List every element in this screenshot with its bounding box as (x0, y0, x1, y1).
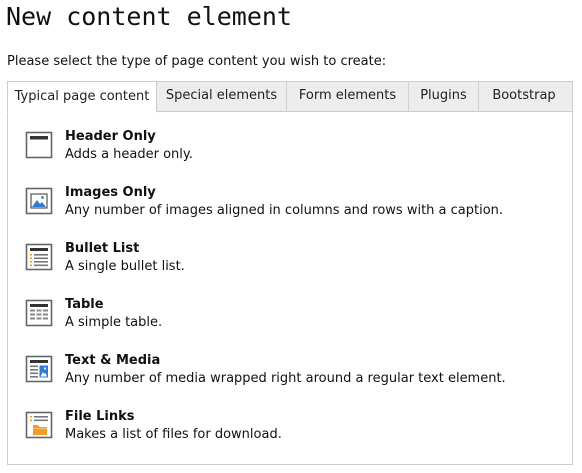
item-title: Images Only (65, 185, 156, 200)
page-title: New content element (6, 2, 292, 31)
header-icon (25, 131, 53, 159)
table-icon (25, 299, 53, 327)
content-element-text-media[interactable]: Text & Media Any number of media wrapped… (8, 351, 572, 401)
item-description: Any number of images aligned in columns … (65, 203, 504, 218)
item-title: Text & Media (65, 353, 161, 368)
content-element-table[interactable]: Table A simple table. (8, 295, 572, 345)
item-title: Header Only (65, 129, 156, 144)
tab-bootstrap[interactable]: Bootstrap (479, 81, 569, 112)
file-links-icon (25, 411, 53, 439)
page: New content element Please select the ty… (0, 0, 582, 473)
content-element-bullet-list[interactable]: Bullet List A single bullet list. (8, 239, 572, 289)
item-title: Table (65, 297, 104, 312)
item-description: Adds a header only. (65, 147, 193, 162)
tab-bar: Typical page content Special elements Fo… (7, 81, 573, 113)
item-description: A single bullet list. (65, 259, 185, 274)
item-description: Any number of media wrapped right around… (65, 371, 506, 386)
image-icon (25, 187, 53, 215)
item-description: Makes a list of files for download. (65, 427, 282, 442)
tab-form-elements[interactable]: Form elements (287, 81, 409, 112)
page-instructions: Please select the type of page content y… (7, 54, 387, 69)
item-description: A simple table. (65, 315, 163, 330)
content-element-header-only[interactable]: Header Only Adds a header only. (8, 127, 572, 177)
item-title: File Links (65, 409, 135, 424)
content-element-images-only[interactable]: Images Only Any number of images aligned… (8, 183, 572, 233)
tab-special-elements[interactable]: Special elements (157, 81, 287, 112)
text-media-icon (25, 355, 53, 383)
tab-typical-page-content[interactable]: Typical page content (7, 81, 157, 113)
item-title: Bullet List (65, 241, 140, 256)
content-element-panel: Header Only Adds a header only. Images O… (7, 111, 573, 465)
tab-plugins[interactable]: Plugins (409, 81, 479, 112)
content-element-file-links[interactable]: File Links Makes a list of files for dow… (8, 407, 572, 457)
bullet-list-icon (25, 243, 53, 271)
